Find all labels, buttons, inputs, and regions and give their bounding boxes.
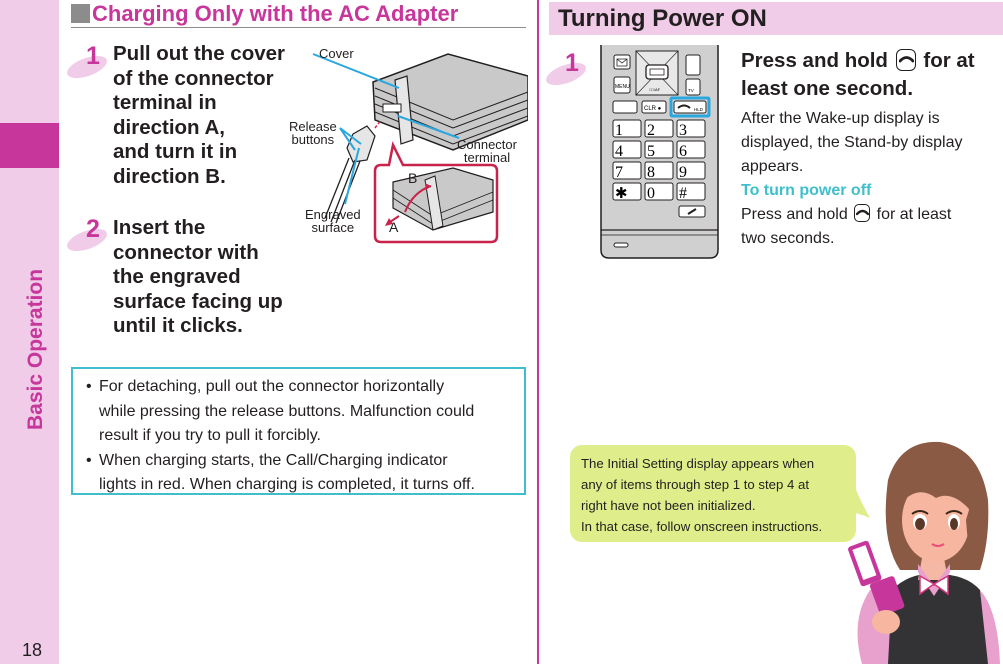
svg-text:2: 2 (647, 122, 655, 139)
svg-text:4: 4 (615, 143, 623, 160)
label-line: buttons (291, 132, 335, 147)
step-line: the engraved (113, 265, 241, 288)
instruction-text: Press and hold (741, 49, 888, 72)
step-line: and turn it in (113, 140, 238, 163)
svg-text:TV: TV (688, 88, 694, 93)
label-direction-a: A (389, 219, 399, 235)
body-line: After the Wake-up display is (741, 110, 940, 127)
section-label: Basic Operation (24, 268, 47, 430)
step-line: Insert the (113, 216, 206, 239)
step-2-badge: 2 (64, 215, 114, 256)
step-line: direction A, (113, 115, 225, 139)
label-cover: Cover (319, 46, 354, 61)
phone-keypad-illustration: MENU □□/AF TV CLR ● HLD 1 2 3 4 5 6 7 8 … (598, 45, 723, 260)
svg-text:HLD: HLD (694, 107, 704, 112)
bubble-line: The Initial Setting display appears when (581, 456, 815, 471)
step-line: direction B. (113, 164, 226, 188)
body-text: for at least (876, 206, 952, 223)
square-bullet-icon (71, 4, 90, 23)
sidebar: Basic Operation 18 (0, 0, 59, 664)
power-on-body: After the Wake-up display is displayed, … (741, 107, 1003, 251)
label-release-buttons: Release buttons (289, 120, 337, 146)
note-line: lights in red. When charging is complete… (99, 476, 475, 493)
title-rule (71, 27, 526, 28)
svg-text:9: 9 (679, 164, 687, 181)
guide-character-illustration (848, 441, 1000, 664)
sub-heading-power-off: To turn power off (741, 182, 872, 199)
svg-text:1: 1 (615, 122, 623, 139)
note-line: while pressing the release buttons. Malf… (99, 402, 475, 420)
menu-key-label: MENU (615, 84, 630, 90)
label-engraved-surface: Engraved surface (305, 208, 361, 234)
label-line: surface (311, 220, 355, 235)
phone-illustration: MENU □□/AF TV CLR ● HLD 1 2 3 4 5 6 7 8 … (600, 45, 719, 259)
svg-text:7: 7 (615, 164, 623, 181)
label-connector-terminal: Connector terminal (457, 138, 517, 164)
note-line: For detaching, pull out the connector ho… (99, 378, 445, 395)
power-off-instruction: Press and hold for at least (741, 203, 1003, 227)
svg-text:□□/AF: □□/AF (649, 87, 661, 92)
sidebar-tab-marker (0, 123, 59, 168)
note-item: When charging starts, the Call/Charging … (83, 449, 514, 498)
bubble-line: right have not been initialized. (581, 498, 756, 513)
svg-text:#: # (679, 185, 687, 202)
section-title-text: Charging Only with the AC Adapter (92, 1, 459, 26)
step-2-text: Insert the connector with the engraved s… (113, 216, 283, 339)
section-title-text: Turning Power ON (558, 5, 767, 32)
svg-text:5: 5 (647, 143, 655, 160)
body-line: appears. (741, 158, 804, 175)
step-line: Pull out the cover (113, 42, 285, 65)
svg-text:6: 6 (679, 143, 687, 160)
svg-text:8: 8 (647, 164, 655, 181)
step-number: 1 (86, 42, 100, 70)
connector-diagram: Cover Release buttons Connector terminal… (283, 40, 529, 255)
label-direction-b: B (408, 170, 418, 186)
step-line: of the connector (113, 66, 274, 90)
body-line: two seconds. (741, 230, 835, 247)
instruction-text: for at (923, 49, 975, 72)
step-number: 1 (565, 49, 579, 77)
body-text: Press and hold (741, 206, 848, 223)
instruction-text: least one second. (741, 77, 914, 100)
step-number: 2 (86, 215, 100, 243)
note-line: When charging starts, the Call/Charging … (99, 451, 448, 469)
body-line: displayed, the Stand-by display (741, 134, 963, 151)
page-number: 18 (22, 640, 43, 660)
svg-text:✱: ✱ (615, 186, 628, 202)
step-1-text: Pull out the cover of the connector term… (113, 42, 285, 189)
step-line: terminal in (113, 91, 217, 114)
label-line: terminal (463, 150, 511, 165)
svg-text:3: 3 (679, 122, 687, 139)
section-title-charging: Charging Only with the AC Adapter (71, 1, 458, 27)
end-call-power-key-icon (895, 49, 916, 71)
svg-text:CLR ●: CLR ● (644, 106, 662, 112)
power-step-1-badge: 1 (543, 49, 593, 90)
step-line: until it clicks. (113, 314, 243, 337)
note-line: result if you try to pull it forcibly. (99, 427, 321, 444)
section-header-power-on: Turning Power ON (549, 2, 1003, 35)
note-item: For detaching, pull out the connector ho… (83, 375, 514, 449)
step-line: connector with (113, 240, 259, 264)
bubble-line: any of items through step 1 to step 4 at (581, 477, 809, 492)
step-line: surface facing up (113, 289, 283, 313)
bubble-line: In that case, follow onscreen instructio… (581, 519, 823, 534)
column-divider (537, 0, 539, 664)
svg-text:0: 0 (647, 185, 655, 202)
note-box: For detaching, pull out the connector ho… (71, 367, 526, 495)
end-call-power-key-icon (854, 204, 871, 222)
power-on-instruction: Press and hold for at least one second. (741, 47, 1003, 103)
speech-bubble: The Initial Setting display appears when… (570, 445, 856, 542)
step-1-badge: 1 (64, 42, 114, 83)
